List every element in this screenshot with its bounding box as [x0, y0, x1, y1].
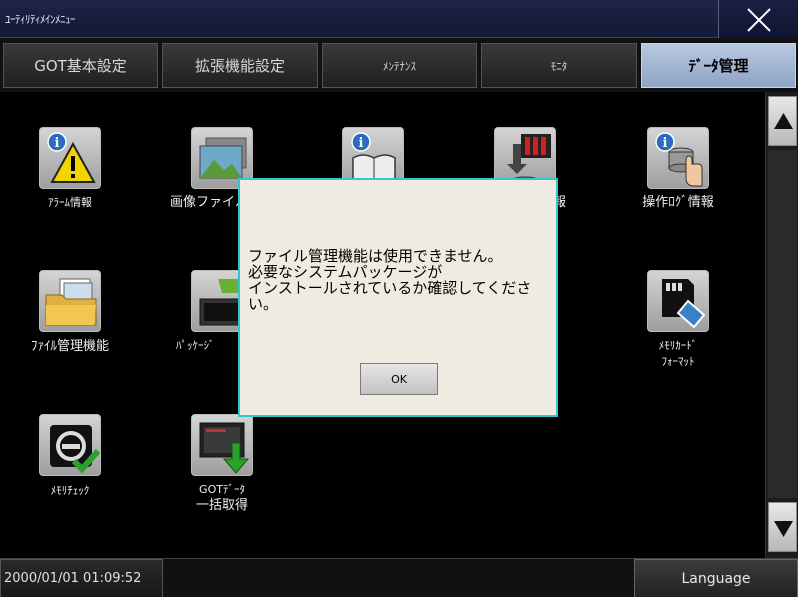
svg-text:i: i — [55, 136, 60, 151]
scroll-up-button[interactable] — [768, 96, 797, 146]
menu-item-label: ｱﾗｰﾑ情報 — [48, 196, 92, 209]
dialog-message-line4: い。 — [248, 295, 279, 313]
tab-maintenance[interactable]: ﾒﾝﾃﾅﾝｽ — [322, 43, 477, 88]
dialog-message-line3: インストールされているか確認してくださ — [248, 279, 532, 297]
dialog-message: ファイル管理機能は使用できません。 必要なシステムパッケージが インストールされ… — [248, 248, 558, 312]
file-manager-icon — [39, 270, 101, 332]
menu-item-label: 画像ファイル — [170, 195, 249, 210]
tab-monitor[interactable]: ﾓﾆﾀ — [481, 43, 637, 88]
status-bar: 2000/01/01 01:09:52 Language — [0, 558, 798, 597]
arrow-down-icon — [774, 521, 793, 537]
tab-bar: GOT基本設定 拡張機能設定 ﾒﾝﾃﾅﾝｽ ﾓﾆﾀ ﾃﾞｰﾀ管理 — [0, 38, 798, 92]
window-title: ﾕｰﾃｨﾘﾃｨﾒｲﾝﾒﾆｭｰ — [5, 13, 76, 26]
svg-text:i: i — [359, 136, 364, 151]
close-button[interactable] — [718, 0, 798, 38]
scroll-down-button[interactable] — [768, 502, 797, 552]
menu-item-label: ﾊﾟｯｹｰｼﾞ — [176, 339, 215, 352]
memory-check-icon — [39, 414, 101, 476]
dialog-message-line2: 必要なシステムパッケージが — [248, 263, 443, 281]
menu-item-label: ﾒﾓﾘﾁｪｯｸ — [50, 484, 90, 497]
svg-text:i: i — [663, 136, 668, 151]
operation-log-icon: i — [647, 127, 709, 189]
close-icon — [747, 8, 771, 32]
arrow-up-icon — [774, 113, 793, 129]
vertical-scrollbar[interactable] — [765, 92, 798, 558]
alarm-info-icon: i — [39, 127, 101, 189]
dialog-message-line1: ファイル管理機能は使用できません。 — [248, 247, 503, 265]
tab-extended-settings[interactable]: 拡張機能設定 — [162, 43, 318, 88]
menu-item-label-line2: ﾌｫｰﾏｯﾄ — [661, 355, 695, 368]
menu-item-label-line2: 一括取得 — [195, 498, 248, 513]
scroll-track[interactable] — [768, 150, 797, 498]
memory-card-format-icon — [647, 270, 709, 332]
tab-data-management[interactable]: ﾃﾞｰﾀ管理 — [641, 43, 796, 88]
language-button[interactable]: Language — [634, 559, 798, 597]
error-dialog: ファイル管理機能は使用できません。 必要なシステムパッケージが インストールされ… — [238, 178, 558, 417]
ok-button[interactable]: OK — [360, 363, 438, 395]
menu-item-label: 操作ﾛｸﾞ情報 — [642, 195, 714, 210]
got-data-batch-icon — [191, 414, 253, 476]
datetime-display: 2000/01/01 01:09:52 — [0, 559, 163, 597]
menu-item-label: ﾒﾓﾘｶｰﾄﾞ — [658, 339, 698, 352]
title-bar: ﾕｰﾃｨﾘﾃｨﾒｲﾝﾒﾆｭｰ — [0, 0, 798, 38]
menu-item-label: GOTﾃﾞｰﾀ — [199, 483, 245, 496]
tab-got-basic-settings[interactable]: GOT基本設定 — [3, 43, 158, 88]
menu-item-label: ﾌｧｲﾙ管理機能 — [30, 339, 109, 354]
